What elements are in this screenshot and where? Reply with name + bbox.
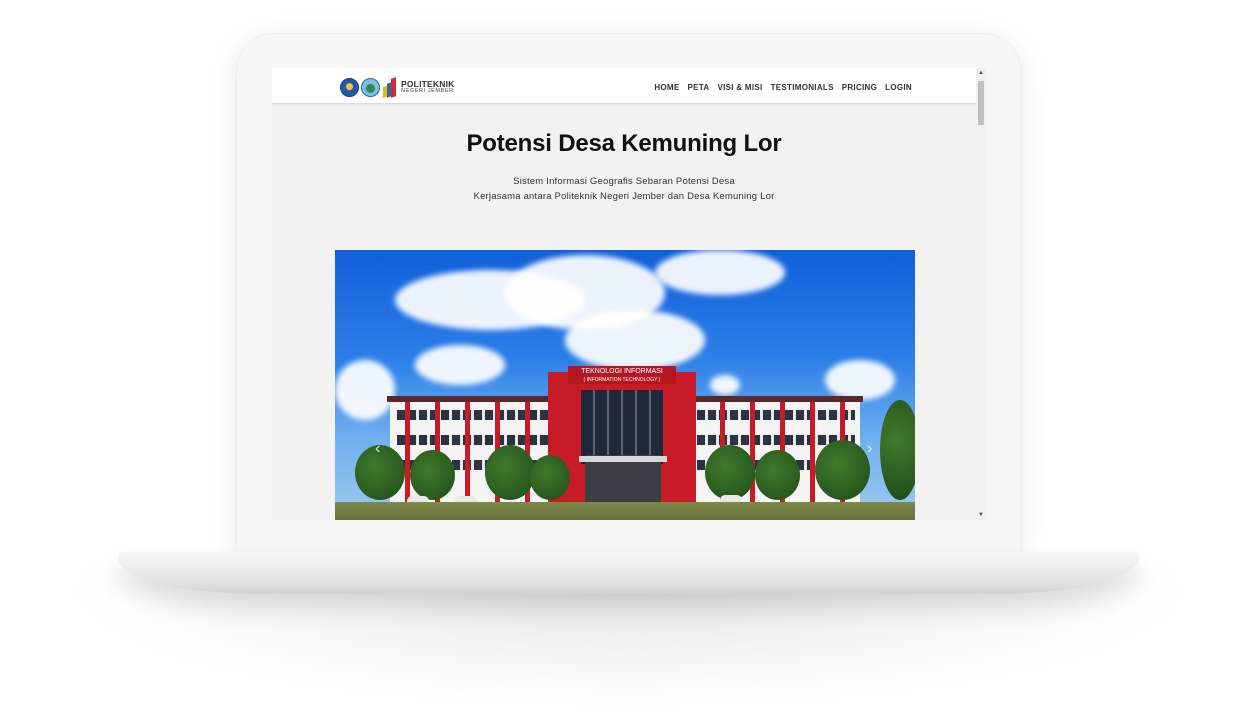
hero-subtitle-line-2: Kerjasama antara Politeknik Negeri Jembe…: [473, 191, 775, 202]
page-title: Potensi Desa Kemuning Lor: [466, 130, 782, 157]
tree: [485, 445, 535, 500]
tree: [705, 445, 755, 500]
laptop-base: [118, 552, 1139, 594]
tut-wuri-handayani-icon: [340, 77, 359, 97]
building-sign: TEKNOLOGI INFORMASI ( INFORMATION TECHNO…: [568, 366, 676, 384]
building-pillar: [465, 402, 470, 502]
jember-regency-icon: [361, 77, 380, 97]
scroll-down-arrow-icon[interactable]: ▼: [976, 510, 986, 520]
brand-logo[interactable]: POLITEKNIK NEGERI JEMBER: [340, 75, 454, 99]
chevron-right-icon[interactable]: ›: [867, 440, 872, 458]
nav-menu: HOME PETA VISI & MISI TESTIMONIALS PRICI…: [654, 83, 912, 92]
laptop-screen: POLITEKNIK NEGERI JEMBER HOME PETA VISI …: [272, 68, 986, 520]
tree: [530, 455, 570, 500]
building-sign-line-1: TEKNOLOGI INFORMASI: [581, 368, 663, 375]
building-canopy: [579, 456, 667, 462]
scrollbar[interactable]: ▲ ▼: [976, 68, 986, 520]
hero-subtitle: Sistem Informasi Geografis Sebaran Poten…: [272, 174, 976, 204]
chevron-left-icon[interactable]: ‹: [375, 440, 380, 458]
nav-login[interactable]: LOGIN: [885, 83, 912, 92]
cloud: [565, 310, 705, 370]
cloud: [825, 360, 895, 400]
tree: [880, 400, 915, 500]
brand-subtitle: NEGERI JEMBER: [401, 88, 454, 94]
polije-icon: [382, 76, 398, 99]
cloud: [655, 250, 785, 295]
scrollbar-thumb[interactable]: [978, 81, 984, 125]
scroll-up-arrow-icon[interactable]: ▲: [976, 68, 986, 78]
nav-pricing[interactable]: PRICING: [842, 83, 877, 92]
nav-testimonials[interactable]: TESTIMONIALS: [771, 83, 834, 92]
nav-visi-misi[interactable]: VISI & MISI: [717, 83, 762, 92]
tree: [755, 450, 800, 500]
building-sign-line-2: ( INFORMATION TECHNOLOGY ): [583, 377, 661, 383]
building-left-roof: [387, 396, 563, 402]
cloud: [335, 360, 395, 420]
brand-text: POLITEKNIK NEGERI JEMBER: [401, 78, 455, 95]
building-entrance: [585, 455, 661, 504]
nav-peta[interactable]: PETA: [688, 83, 710, 92]
cloud: [415, 345, 505, 385]
hero-subtitle-line-1: Sistem Informasi Geografis Sebaran Poten…: [513, 176, 735, 187]
building-left-windows: [397, 435, 555, 445]
brand-title: POLITEKNIK: [401, 78, 455, 89]
cloud: [710, 375, 740, 395]
nav-home[interactable]: HOME: [654, 83, 679, 92]
navbar: POLITEKNIK NEGERI JEMBER HOME PETA VISI …: [272, 68, 976, 104]
building-glass: [581, 390, 663, 464]
building-right-roof: [687, 396, 863, 402]
building-pillar: [810, 402, 815, 502]
tree: [815, 440, 870, 500]
building-left-windows: [397, 410, 555, 420]
carousel-image-ground: [335, 502, 915, 520]
building-pillar: [405, 402, 410, 502]
tree: [410, 450, 455, 500]
image-carousel[interactable]: TEKNOLOGI INFORMASI ( INFORMATION TECHNO…: [335, 250, 915, 520]
